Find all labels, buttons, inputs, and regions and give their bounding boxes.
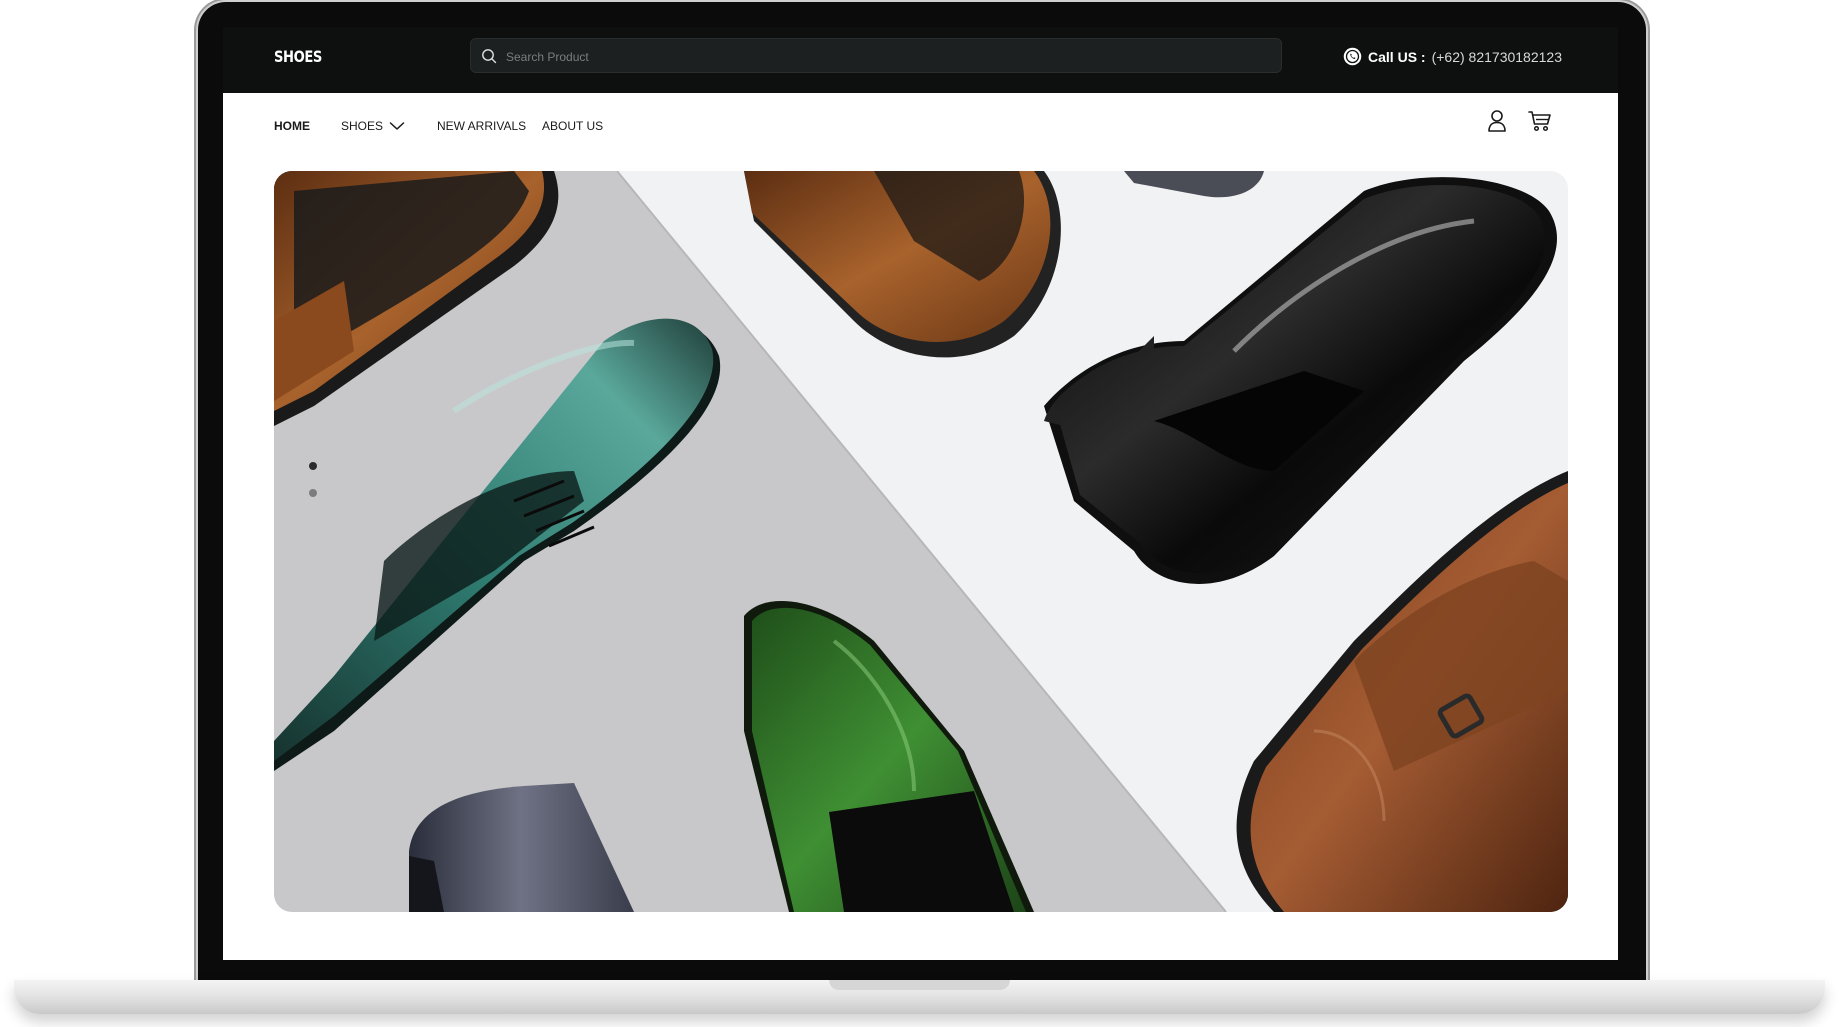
- search-icon: [482, 49, 497, 64]
- browser-screen: SHOES Call US : (+62) 821730182123 HOME …: [223, 27, 1618, 960]
- hero-image: [274, 171, 1568, 912]
- slide-dot-active[interactable]: [309, 462, 317, 470]
- laptop-notch: [829, 980, 1010, 990]
- nav-item-label: SHOES: [341, 119, 384, 133]
- call-us[interactable]: Call US : (+62) 821730182123: [1343, 47, 1562, 66]
- cart-icon[interactable]: [1528, 110, 1552, 132]
- user-icon[interactable]: [1486, 109, 1508, 133]
- hero-banner[interactable]: [274, 171, 1568, 912]
- main-nav: HOME SHOES NEW ARRIVALS ABOUT US: [223, 93, 1618, 165]
- search-bar[interactable]: [470, 38, 1282, 74]
- nav-item-label: NEW ARRIVALS: [437, 119, 527, 133]
- nav-item-label: HOME: [274, 119, 310, 133]
- top-bar: SHOES Call US : (+62) 821730182123: [223, 27, 1618, 93]
- call-number[interactable]: (+62) 821730182123: [1432, 49, 1562, 65]
- search-input[interactable]: [504, 39, 1268, 74]
- whatsapp-icon: [1343, 47, 1362, 66]
- nav-item-home[interactable]: HOME: [274, 119, 310, 133]
- nav-item-about-us[interactable]: ABOUT US: [542, 119, 603, 133]
- nav-item-new-arrivals[interactable]: NEW ARRIVALS: [437, 119, 526, 133]
- brand-logo[interactable]: SHOES: [274, 47, 322, 66]
- chevron-down-icon: [389, 122, 405, 130]
- call-label: Call US :: [1368, 48, 1426, 65]
- nav-item-shoes[interactable]: SHOES: [341, 119, 405, 133]
- slide-dot[interactable]: [309, 489, 317, 497]
- nav-item-label: ABOUT US: [542, 119, 604, 133]
- laptop-base: [14, 980, 1825, 1014]
